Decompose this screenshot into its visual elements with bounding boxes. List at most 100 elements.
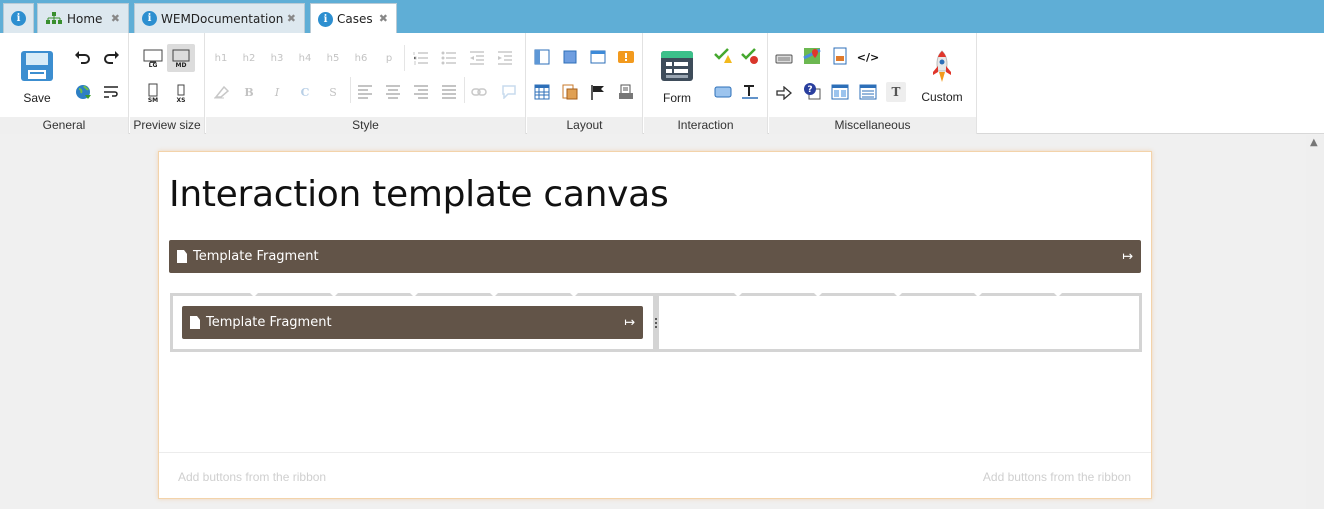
drag-handle-icon [655,318,657,328]
heading-h4-button[interactable]: h4 [296,49,314,67]
check-error-icon[interactable] [741,47,759,65]
preview-md-button[interactable]: MD [167,44,195,72]
flag-icon[interactable] [589,83,607,101]
tab-wemdocumentation[interactable]: i WEMDocumentation ✖ [134,3,305,33]
text-field-icon[interactable] [741,83,759,101]
form-button[interactable]: Form [656,50,698,105]
align-center-icon[interactable] [384,83,402,101]
code-icon[interactable]: </> [857,48,879,66]
document-image-icon[interactable] [561,83,579,101]
map-icon[interactable] [803,47,821,65]
save-button[interactable]: Save [14,50,60,105]
vertical-scrollbar[interactable]: ▲ [1306,135,1324,509]
bullet-list-icon[interactable] [440,49,458,67]
card-layout-icon[interactable] [831,83,849,101]
strike-button[interactable]: S [324,83,342,101]
help-doc-icon[interactable]: ? [803,82,821,100]
canvas-title: Interaction template canvas [169,174,669,215]
column-notch [570,293,578,297]
ribbon-group-general: Save General [0,33,129,134]
form-label: Form [663,91,691,105]
group-label: Preview size [130,117,204,134]
printer-doc-icon[interactable] [617,83,635,101]
columns-icon[interactable] [533,48,551,66]
svg-text:LG: LG [149,62,158,68]
tab-info[interactable]: i [3,3,34,33]
text-glyph-icon[interactable]: T [886,82,906,102]
preview-sm-button[interactable]: SM [142,82,164,104]
column-layout[interactable]: Template Fragment ↦ [170,293,1142,352]
code-button[interactable]: C [296,83,314,101]
heading-h5-button[interactable]: h5 [324,49,342,67]
fragment-label: Template Fragment [206,315,332,330]
close-icon[interactable]: ✖ [111,12,120,25]
indent-icon[interactable] [496,49,514,67]
italic-button[interactable]: I [268,83,286,101]
tab-bar: i Home ✖ i WEMDocumentation ✖ i Cases ✖ [0,0,1324,34]
group-label: Style [206,117,525,134]
ordered-list-icon[interactable] [412,49,430,67]
exit-icon[interactable]: ↦ [624,315,635,330]
info-icon: i [11,11,26,26]
inner-template-fragment[interactable]: Template Fragment ↦ [182,306,643,339]
paragraph-button[interactable]: p [380,49,398,67]
preview-xs-button[interactable]: XS [170,82,192,104]
image-doc-icon[interactable] [831,47,849,65]
wrap-lines-icon[interactable] [102,83,120,101]
info-icon: i [318,11,333,27]
close-icon[interactable]: ✖ [379,12,388,25]
heading-h2-button[interactable]: h2 [240,49,258,67]
custom-label: Custom [921,90,963,104]
arrow-right-icon[interactable] [775,84,793,102]
alert-icon[interactable] [617,48,635,66]
close-icon[interactable]: ✖ [287,12,296,25]
svg-text:XS: XS [177,97,186,103]
heading-h3-button[interactable]: h3 [268,49,286,67]
align-left-icon[interactable] [356,83,374,101]
info-icon: i [142,11,157,26]
document-icon [177,250,187,263]
footer-hint-right: Add buttons from the ribbon [982,470,1131,484]
keyboard-icon[interactable] [775,49,793,67]
sitemap-icon [46,12,62,24]
check-warning-icon[interactable] [714,47,732,65]
template-fragment-bar[interactable]: Template Fragment ↦ [169,240,1141,273]
heading-h1-button[interactable]: h1 [212,49,230,67]
heading-h6-button[interactable]: h6 [352,49,370,67]
window-icon[interactable] [589,48,607,66]
outdent-icon[interactable] [468,49,486,67]
globe-refresh-icon[interactable] [74,83,92,101]
clear-format-icon[interactable] [212,83,230,101]
ribbon-group-style: h1 h2 h3 h4 h5 h6 p B I C S Style [206,33,526,134]
table-icon[interactable] [533,83,551,101]
divider [464,77,465,103]
bold-button[interactable]: B [240,83,258,101]
ribbon-group-miscellaneous: </> ? T Custom Miscellaneous [769,33,977,134]
ribbon-group-layout: Layout [527,33,643,134]
fragment-label: Template Fragment [193,249,319,264]
group-label: Miscellaneous [769,117,976,134]
exit-icon[interactable]: ↦ [1122,249,1133,264]
comment-icon[interactable] [500,83,518,101]
preview-lg-button[interactable]: LG [142,47,164,69]
column-resize-handle[interactable] [653,296,659,349]
group-label: Layout [527,117,642,134]
rocket-icon [933,50,951,82]
template-canvas[interactable]: Interaction template canvas Template Fra… [158,151,1152,499]
redo-icon[interactable] [102,48,120,66]
tab-cases[interactable]: i Cases ✖ [310,3,397,34]
panel-icon[interactable] [561,48,579,66]
tab-home[interactable]: Home ✖ [37,3,129,33]
custom-button[interactable]: Custom [917,50,967,104]
column-notch [974,293,982,297]
document-icon [190,316,200,329]
canvas-footer: Add buttons from the ribbon Add buttons … [159,452,1151,498]
align-justify-icon[interactable] [440,83,458,101]
undo-icon[interactable] [74,48,92,66]
link-icon[interactable] [470,83,488,101]
align-right-icon[interactable] [412,83,430,101]
chevron-up-icon[interactable]: ▲ [1310,137,1318,148]
svg-text:MD: MD [176,62,187,68]
list-panel-icon[interactable] [859,83,877,101]
button-element-icon[interactable] [714,83,732,101]
